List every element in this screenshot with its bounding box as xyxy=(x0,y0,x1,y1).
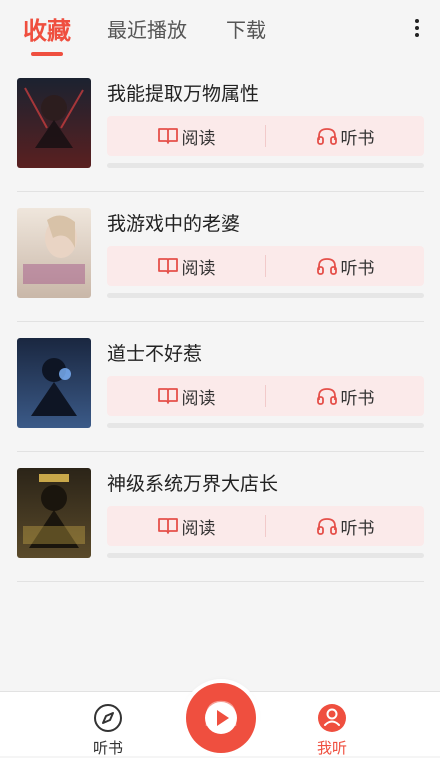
book-cover-image xyxy=(17,468,91,558)
headphones-icon xyxy=(316,258,337,275)
read-label: 阅读 xyxy=(181,388,216,409)
read-button[interactable]: 阅读 xyxy=(107,506,265,546)
book-cover[interactable] xyxy=(17,208,91,298)
read-label: 阅读 xyxy=(181,128,216,149)
book-cover[interactable] xyxy=(17,338,91,428)
more-options-icon[interactable] xyxy=(412,17,422,43)
read-button[interactable]: 阅读 xyxy=(107,116,265,156)
book-cover[interactable] xyxy=(17,78,91,168)
book-cover-image xyxy=(17,208,91,298)
book-open-icon xyxy=(157,518,178,534)
listen-button[interactable]: 听书 xyxy=(266,506,424,546)
book-actions: 阅读 听书 xyxy=(107,506,424,546)
book-actions: 阅读 听书 xyxy=(107,116,424,156)
nav-my-listening[interactable]: 我听 xyxy=(292,692,372,757)
listen-progress-bar xyxy=(107,423,424,428)
read-button[interactable]: 阅读 xyxy=(107,376,265,416)
listen-progress-bar xyxy=(107,293,424,298)
row-divider xyxy=(17,581,424,582)
play-icon xyxy=(205,700,237,734)
book-title[interactable]: 道士不好惹 xyxy=(107,339,202,366)
book-actions: 阅读 听书 xyxy=(107,246,424,286)
listen-label: 听书 xyxy=(340,518,375,539)
headphones-icon xyxy=(316,128,337,145)
book-open-icon xyxy=(157,128,178,144)
listen-button[interactable]: 听书 xyxy=(266,246,424,286)
read-button[interactable]: 阅读 xyxy=(107,246,265,286)
compass-icon xyxy=(94,704,122,732)
listen-label: 听书 xyxy=(340,128,375,149)
top-tab-bar: 收藏 最近播放 下载 xyxy=(0,0,440,62)
nav-listen-book[interactable]: 听书 xyxy=(68,692,148,757)
headphones-icon xyxy=(316,388,337,405)
listen-progress-bar xyxy=(107,163,424,168)
book-title[interactable]: 我游戏中的老婆 xyxy=(107,209,240,236)
user-icon xyxy=(318,704,346,732)
list-item: 道士不好惹 阅读 听书 xyxy=(0,322,440,452)
book-cover-image xyxy=(17,338,91,428)
list-item: 我能提取万物属性 阅读 听书 xyxy=(0,62,440,192)
book-title[interactable]: 我能提取万物属性 xyxy=(107,79,259,106)
listen-label: 听书 xyxy=(340,388,375,409)
read-label: 阅读 xyxy=(181,518,216,539)
book-open-icon xyxy=(157,258,178,274)
list-item: 神级系统万界大店长 阅读 听书 xyxy=(0,452,440,582)
player-button[interactable] xyxy=(186,683,256,753)
tab-favorites[interactable]: 收藏 xyxy=(23,11,71,46)
list-item: 我游戏中的老婆 阅读 听书 xyxy=(0,192,440,322)
listen-progress-bar xyxy=(107,553,424,558)
tab-download[interactable]: 下载 xyxy=(226,14,266,43)
listen-button[interactable]: 听书 xyxy=(266,116,424,156)
headphones-icon xyxy=(316,518,337,535)
book-cover[interactable] xyxy=(17,468,91,558)
active-tab-indicator xyxy=(31,52,63,56)
book-title[interactable]: 神级系统万界大店长 xyxy=(107,469,278,496)
listen-label: 听书 xyxy=(340,258,375,279)
book-open-icon xyxy=(157,388,178,404)
listen-button[interactable]: 听书 xyxy=(266,376,424,416)
tab-recent-play[interactable]: 最近播放 xyxy=(107,14,187,43)
book-cover-image xyxy=(17,78,91,168)
read-label: 阅读 xyxy=(181,258,216,279)
book-actions: 阅读 听书 xyxy=(107,376,424,416)
